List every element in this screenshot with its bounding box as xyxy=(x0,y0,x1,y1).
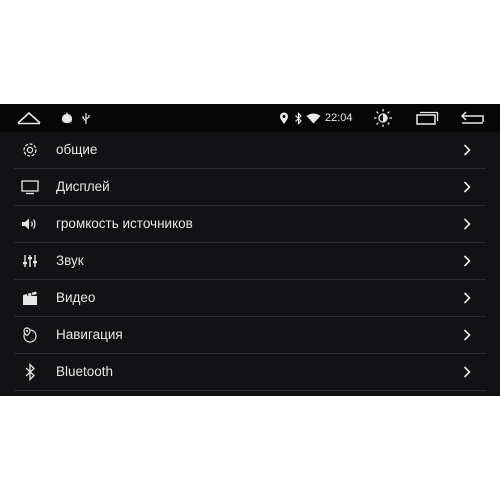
bluetooth-icon xyxy=(20,362,40,382)
settings-item-sound[interactable]: Звук xyxy=(14,243,486,280)
settings-item-label: общие xyxy=(56,142,98,157)
settings-item-label: Навигация xyxy=(56,327,123,342)
settings-list: общие Дисплей громкость источников Звук xyxy=(14,132,486,391)
clock: 22:04 xyxy=(325,112,353,124)
settings-item-label: громкость источников xyxy=(56,216,193,231)
display-icon xyxy=(20,177,40,197)
usb-icon xyxy=(80,104,92,132)
chevron-right-icon xyxy=(463,181,471,193)
settings-item-label: Звук xyxy=(56,253,84,268)
settings-item-video[interactable]: Видео xyxy=(14,280,486,317)
head-unit-screen: 22:04 общие Дисплей громкость источников… xyxy=(0,104,500,396)
settings-item-navigation[interactable]: Навигация xyxy=(14,317,486,354)
settings-item-source-volume[interactable]: громкость источников xyxy=(14,206,486,243)
settings-item-label: Bluetooth xyxy=(56,364,114,379)
chevron-right-icon xyxy=(463,292,471,304)
settings-item-label: Видео xyxy=(56,290,96,305)
video-icon xyxy=(20,288,40,308)
settings-item-display[interactable]: Дисплей xyxy=(14,169,486,206)
chevron-right-icon xyxy=(463,329,471,341)
gear-icon xyxy=(20,140,40,160)
chevron-right-icon xyxy=(463,366,471,378)
home-icon[interactable] xyxy=(14,104,44,132)
brightness-icon[interactable] xyxy=(372,104,394,132)
settings-item-bluetooth[interactable]: Bluetooth xyxy=(14,354,486,391)
status-bar: 22:04 xyxy=(0,104,500,132)
settings-item-label: Дисплей xyxy=(56,179,110,194)
app-icon xyxy=(60,104,74,132)
volume-icon xyxy=(20,214,40,234)
settings-item-general[interactable]: общие xyxy=(14,132,486,169)
navigation-icon xyxy=(20,325,40,345)
wifi-icon xyxy=(305,104,321,132)
chevron-right-icon xyxy=(463,255,471,267)
bluetooth-status-icon xyxy=(292,104,304,132)
chevron-right-icon xyxy=(463,144,471,156)
equalizer-icon xyxy=(20,251,40,271)
location-icon xyxy=(278,104,290,132)
recents-icon[interactable] xyxy=(414,104,440,132)
back-icon[interactable] xyxy=(458,104,486,132)
chevron-right-icon xyxy=(463,218,471,230)
